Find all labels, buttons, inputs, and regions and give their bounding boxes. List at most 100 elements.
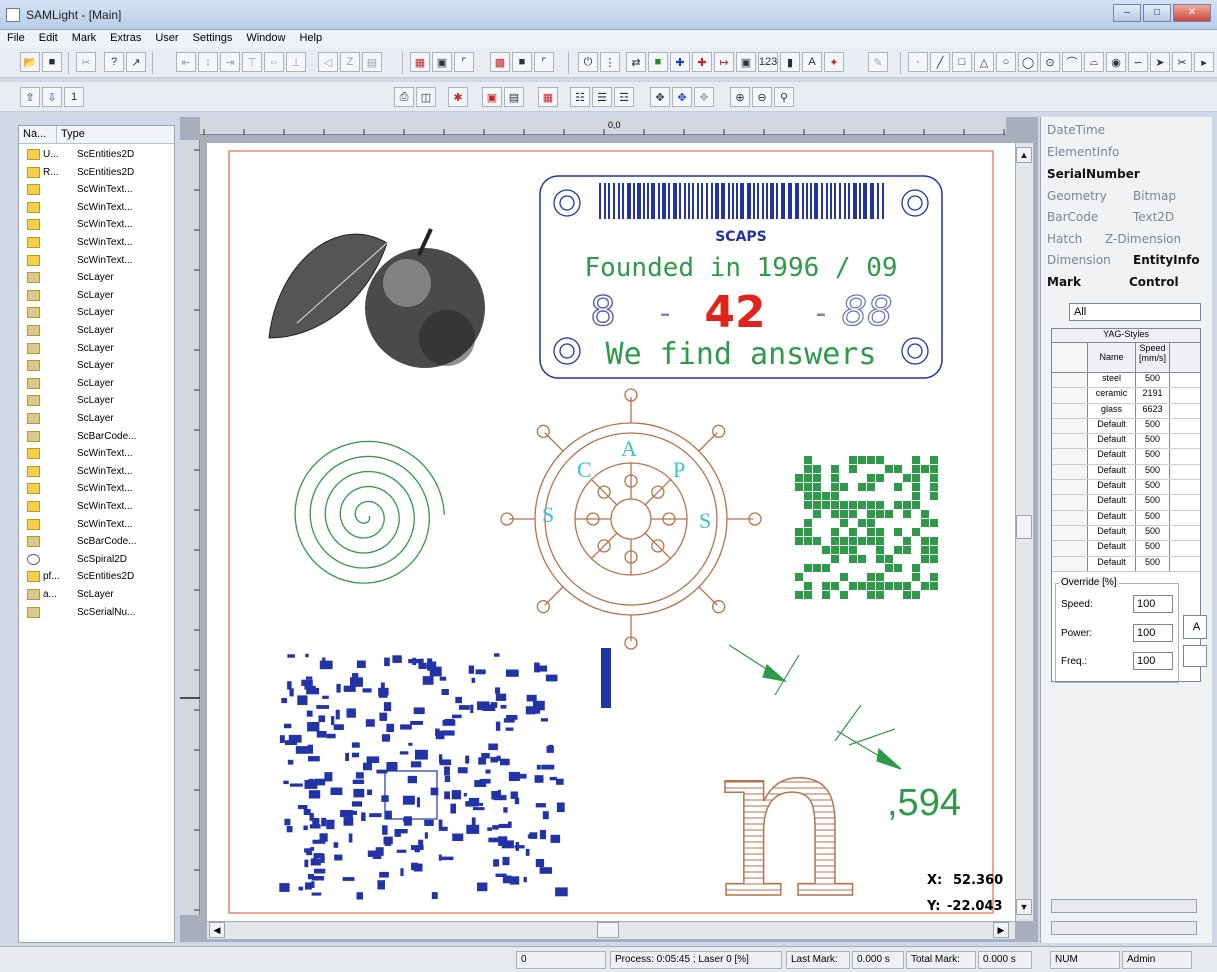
number-one-icon[interactable]: 1 (64, 87, 84, 107)
scroll-right-icon[interactable]: ▶ (993, 922, 1009, 938)
copy-icon[interactable]: ☷ (570, 87, 590, 107)
align-right-icon[interactable]: ⇥ (220, 52, 240, 72)
context-help-icon[interactable]: ↗ (126, 52, 146, 72)
power-input[interactable]: 100 (1133, 624, 1173, 642)
tree-row[interactable]: U... ScEntities2D (19, 146, 174, 163)
arc2-icon[interactable]: ⌓ (1084, 52, 1104, 72)
spiral[interactable] (294, 440, 446, 584)
tab-text2d[interactable]: Text2D (1133, 210, 1174, 224)
triangle-icon[interactable]: △ (974, 52, 994, 72)
serial-plate[interactable]: SCAPS Founded in 1996 / 09 8 - 42 - 88 W… (539, 175, 943, 379)
menu-help[interactable]: Help (292, 30, 329, 48)
tree-col-name[interactable]: Na... (19, 126, 57, 143)
tree-row[interactable]: ScWinText... (19, 516, 174, 533)
circle-icon[interactable]: ○ (996, 52, 1016, 72)
more-tools-icon[interactable]: ▸ (1194, 52, 1214, 72)
hatched-letter-n[interactable]: n (716, 690, 859, 948)
tree-row[interactable]: ScWinText... (19, 234, 174, 251)
menu-settings[interactable]: Settings (186, 30, 240, 48)
menu-edit[interactable]: Edit (32, 30, 65, 48)
corner-icon[interactable]: ⌜ (454, 52, 474, 72)
tab-geometry[interactable]: Geometry (1047, 189, 1107, 203)
style-row[interactable]: Default 500 (1052, 480, 1200, 496)
tab-serialnumber[interactable]: SerialNumber (1047, 167, 1140, 181)
laser-icon[interactable]: ▩ (490, 52, 510, 72)
fill-icon[interactable]: ▣ (432, 52, 452, 72)
tree-row[interactable]: ScLayer (19, 304, 174, 321)
rect-icon[interactable]: □ (952, 52, 972, 72)
pcb-layout[interactable] (279, 648, 611, 900)
style-row[interactable]: Default 500 (1052, 449, 1200, 465)
apple-image[interactable] (268, 228, 485, 368)
style-row[interactable]: Default 500 (1052, 556, 1200, 572)
down-arrow-icon[interactable]: ⇩ (42, 87, 62, 107)
drawing-svg[interactable]: SCAPS Founded in 1996 / 09 8 - 42 - 88 W… (207, 143, 1015, 948)
mirror-h-icon[interactable]: ◁ (318, 52, 338, 72)
col-name[interactable]: Name (1088, 343, 1136, 372)
tree-row[interactable]: ScLayer (19, 357, 174, 374)
tree-col-type[interactable]: Type (57, 126, 174, 143)
menu-mark[interactable]: Mark (65, 30, 103, 48)
tab-elementinfo[interactable]: ElementInfo (1047, 145, 1119, 159)
data-matrix-code[interactable] (795, 456, 938, 599)
canvas-vertical-scrollbar[interactable]: ▲ ▼ (1015, 143, 1033, 921)
scroll-thumb-h[interactable] (597, 922, 619, 938)
arc-icon[interactable]: ⌒ (1062, 52, 1082, 72)
ship-wheel[interactable] (500, 388, 762, 650)
corner2-icon[interactable]: ⌜ (534, 52, 554, 72)
tree-row[interactable]: ScWinText... (19, 498, 174, 515)
tab-bitmap[interactable]: Bitmap (1133, 189, 1176, 203)
preview-icon[interactable]: ◫ (416, 87, 436, 107)
override-side-button[interactable]: A (1183, 615, 1207, 639)
barcode-icon[interactable]: ▮ (780, 52, 800, 72)
style-row[interactable]: Default 500 (1052, 541, 1200, 557)
tree-row[interactable]: ScLayer (19, 287, 174, 304)
style-row[interactable]: Default 500 (1052, 464, 1200, 481)
style-row[interactable]: Default 500 (1052, 525, 1200, 542)
close-button[interactable]: ✕ (1173, 4, 1211, 22)
move-red-icon[interactable]: ✚ (692, 52, 712, 72)
override-side-button-2[interactable] (1183, 645, 1207, 667)
style-row[interactable]: ceramic 2191 (1052, 388, 1200, 404)
open-icon[interactable]: 📂 (20, 52, 40, 72)
style-row[interactable]: Default 500 (1052, 510, 1200, 526)
help-icon[interactable]: ? (104, 52, 124, 72)
scroll-left-icon[interactable]: ◀ (209, 922, 225, 938)
align-bottom-icon[interactable]: ⊥ (286, 52, 306, 72)
scroll-down-icon[interactable]: ▼ (1016, 899, 1032, 915)
scissors-icon[interactable]: ✂ (1172, 52, 1192, 72)
select-arrow-icon[interactable]: ➤ (1150, 52, 1170, 72)
move-icon[interactable]: ✚ (670, 52, 690, 72)
style-row[interactable]: Default 500 (1052, 418, 1200, 435)
scroll-up-icon[interactable]: ▲ (1016, 147, 1032, 163)
style-row[interactable]: Default 500 (1052, 434, 1200, 450)
tree-row[interactable]: ScBarCode... (19, 428, 174, 445)
point-icon[interactable]: · (908, 52, 928, 72)
drawing-canvas[interactable]: SCAPS Founded in 1996 / 09 8 - 42 - 88 W… (207, 143, 1015, 948)
tree-row[interactable]: ScWinText... (19, 199, 174, 216)
tab-entityinfo[interactable]: EntityInfo (1133, 253, 1200, 267)
save-icon[interactable]: ■ (42, 52, 62, 72)
tree-row[interactable]: ScBarCode... (19, 533, 174, 550)
style-row[interactable]: steel 500 (1052, 373, 1200, 389)
square-fill-icon[interactable]: ■ (512, 52, 532, 72)
move4-icon[interactable]: ✥ (650, 87, 670, 107)
power-icon[interactable]: ⏻ (578, 52, 598, 72)
tree-row[interactable]: ScWinText... (19, 181, 174, 198)
tree-row[interactable]: ScWinText... (19, 463, 174, 480)
tree-row[interactable]: ScSpiral2D (19, 551, 174, 568)
pen-icon[interactable]: ✎ (868, 52, 888, 72)
circle-center-icon[interactable]: ⊙ (1040, 52, 1060, 72)
tree-row[interactable]: ScLayer (19, 375, 174, 392)
tab-dimension[interactable]: Dimension (1047, 253, 1111, 267)
tree-row[interactable]: R... ScEntities2D (19, 164, 174, 181)
curve-icon[interactable]: ∽ (1128, 52, 1148, 72)
tab-mark[interactable]: Mark (1047, 275, 1081, 289)
speed-input[interactable]: 100 (1133, 595, 1173, 613)
tree-row[interactable]: ScLayer (19, 392, 174, 409)
paste2-icon[interactable]: ☲ (614, 87, 634, 107)
laser-on-icon[interactable]: ✱ (448, 87, 468, 107)
grid-move-icon[interactable]: ✥ (694, 87, 714, 107)
style-filter-select[interactable]: All (1069, 303, 1201, 321)
layers-icon[interactable]: ▦ (538, 87, 558, 107)
